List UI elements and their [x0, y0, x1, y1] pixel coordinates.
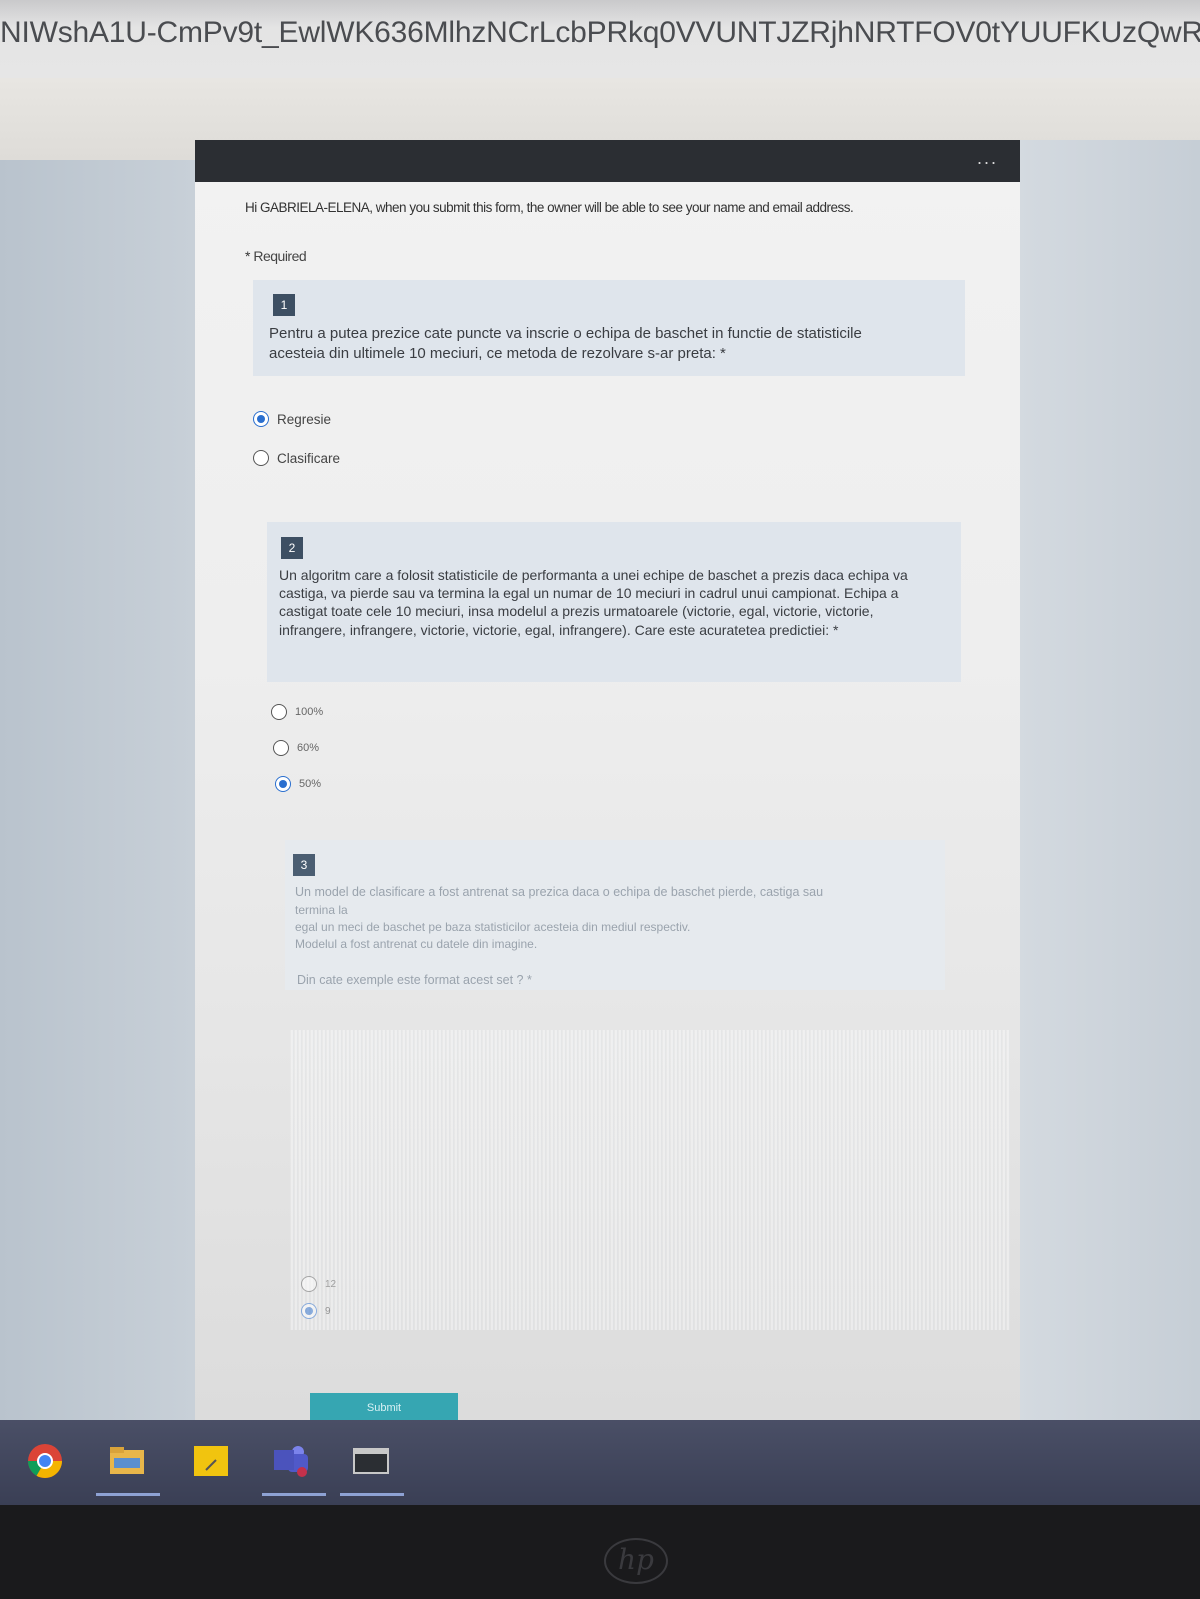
- radio-button[interactable]: [253, 411, 269, 427]
- option-label: 12: [325, 1278, 337, 1290]
- radio-button[interactable]: [275, 776, 291, 792]
- taskbar-active-indicator: [340, 1493, 404, 1496]
- required-label: Required: [253, 248, 307, 264]
- option-label: 100%: [295, 706, 324, 718]
- question-2-box: 2 Un algoritm care a folosit statisticil…: [267, 522, 961, 682]
- taskbar-active-indicator: [262, 1493, 326, 1496]
- option-clasificare[interactable]: Clasificare: [253, 450, 340, 466]
- radio-button[interactable]: [301, 1276, 317, 1292]
- radio-button[interactable]: [273, 740, 289, 756]
- question-number: 2: [281, 537, 303, 559]
- sticky-notes-icon[interactable]: [192, 1442, 230, 1480]
- question-number: 1: [273, 294, 295, 316]
- chrome-icon[interactable]: [26, 1442, 64, 1480]
- submit-button[interactable]: Submit: [310, 1393, 458, 1421]
- radio-button[interactable]: [301, 1303, 317, 1319]
- teams-icon[interactable]: [272, 1442, 310, 1480]
- url-text[interactable]: NIWshA1U-CmPv9t_EwlWK636MlhzNCrLcbPRkq0V…: [0, 16, 1200, 50]
- screen: NIWshA1U-CmPv9t_EwlWK636MlhzNCrLcbPRkq0V…: [0, 0, 1200, 1505]
- file-explorer-icon[interactable]: [108, 1442, 146, 1480]
- question-number: 3: [293, 854, 315, 876]
- window-icon[interactable]: [352, 1442, 390, 1480]
- question-prompt: Din cate exemple este format acest set ?…: [297, 973, 532, 987]
- question-text-line-3: egal un meci de baschet pe baza statisti…: [295, 920, 691, 934]
- question-text-line-4: Modelul a fost antrenat cu datele din im…: [295, 937, 538, 951]
- form-panel: ... Hi GABRIELA-ELENA, when you submit t…: [195, 140, 1020, 1421]
- option-50[interactable]: 50%: [275, 776, 321, 792]
- question-text-line-1: Un model de clasificare a fost antrenat …: [295, 885, 824, 899]
- page-background-right: [1015, 140, 1200, 1420]
- taskbar: [0, 1420, 1200, 1505]
- option-100[interactable]: 100%: [271, 704, 323, 720]
- question-1-box: 1 Pentru a putea prezice cate puncte va …: [253, 280, 965, 376]
- question-text-line-2: termina la: [295, 903, 348, 917]
- hp-logo-icon: hp: [604, 1538, 668, 1584]
- radio-button[interactable]: [253, 450, 269, 466]
- required-legend: * Required: [245, 248, 307, 264]
- option-label: Clasificare: [277, 450, 341, 466]
- option-regresie[interactable]: Regresie: [253, 411, 331, 427]
- address-bar[interactable]: NIWshA1U-CmPv9t_EwlWK636MlhzNCrLcbPRkq0V…: [0, 0, 1200, 78]
- option-label: Regresie: [277, 411, 332, 427]
- form-header: ...: [195, 140, 1020, 182]
- option-9[interactable]: 9: [301, 1303, 331, 1319]
- dataset-image-washed-out: [290, 1030, 1010, 1330]
- option-12[interactable]: 12: [301, 1276, 336, 1292]
- option-label: 50%: [299, 778, 322, 790]
- option-label: 9: [325, 1305, 331, 1317]
- required-star: *: [245, 248, 250, 264]
- identity-notice: Hi GABRIELA-ELENA, when you submit this …: [245, 200, 854, 215]
- more-options-button[interactable]: ...: [977, 148, 998, 169]
- question-3-box: 3 Un model de clasificare a fost antrena…: [285, 840, 945, 990]
- taskbar-active-indicator: [96, 1493, 160, 1496]
- question-text: Un algoritm care a folosit statisticile …: [279, 567, 908, 638]
- question-text: Pentru a putea prezice cate puncte va in…: [269, 325, 862, 363]
- page-background-left: [0, 160, 195, 1420]
- option-60[interactable]: 60%: [273, 740, 319, 756]
- option-label: 60%: [297, 742, 320, 754]
- radio-button[interactable]: [271, 704, 287, 720]
